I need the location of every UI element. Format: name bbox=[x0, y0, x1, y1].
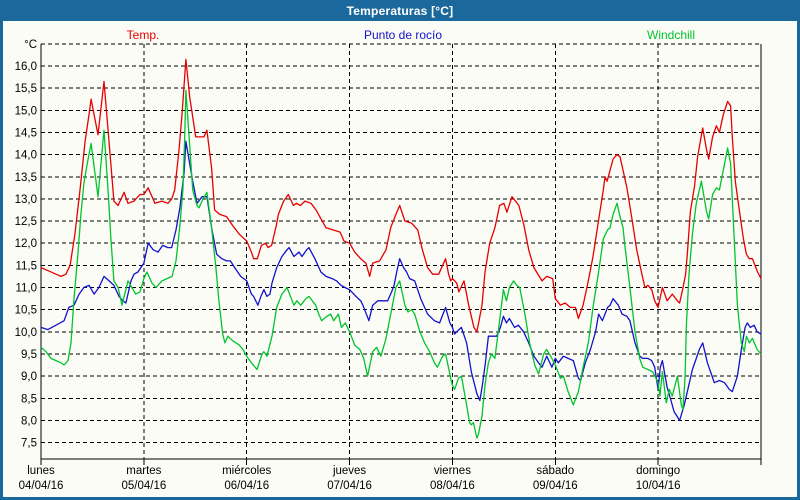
x-day-date-label: 08/04/16 bbox=[430, 480, 475, 492]
x-day-name-label: miércoles bbox=[222, 465, 271, 477]
y-tick-label: 12,0 bbox=[15, 238, 37, 250]
x-day-name-label: sábado bbox=[536, 465, 574, 477]
y-tick-label: 9,5 bbox=[21, 349, 37, 361]
x-day-name-label: jueves bbox=[332, 465, 366, 477]
x-day-date-label: 04/04/16 bbox=[19, 480, 64, 492]
x-day-date-label: 09/04/16 bbox=[533, 480, 578, 492]
x-day-date-label: 10/04/16 bbox=[636, 480, 681, 492]
y-tick-label: 8,5 bbox=[21, 393, 37, 405]
y-tick-label: 13,5 bbox=[15, 172, 37, 184]
y-tick-label: 16,0 bbox=[15, 61, 37, 73]
y-tick-label: 11,0 bbox=[15, 283, 37, 295]
x-day-name-label: lunes bbox=[27, 465, 55, 477]
y-tick-label: 11,5 bbox=[15, 260, 37, 272]
x-day-date-label: 05/04/16 bbox=[121, 480, 166, 492]
x-day-date-label: 07/04/16 bbox=[327, 480, 372, 492]
window-title: Temperaturas [°C] bbox=[347, 4, 454, 18]
y-tick-label: 8,0 bbox=[21, 415, 37, 427]
x-day-name-label: viernes bbox=[434, 465, 471, 477]
y-tick-label: 13,0 bbox=[15, 194, 37, 206]
series-dew-point-line bbox=[41, 141, 761, 420]
app-window: Temperaturas [°C] Temp. Punto de rocío W… bbox=[0, 0, 800, 500]
x-day-name-label: martes bbox=[126, 465, 161, 477]
chart-area: Temp. Punto de rocío Windchill °C16,015,… bbox=[3, 21, 797, 497]
y-tick-label: 15,0 bbox=[15, 105, 37, 117]
y-tick-label: 10,0 bbox=[15, 327, 37, 339]
y-tick-label: 7,5 bbox=[21, 438, 37, 450]
chart-canvas: °C 16,0 15,5 15,0 14,5 14,0 13,5 13,0 12,5 12,0 11… bbox=[3, 21, 797, 497]
y-tick-label: 12,5 bbox=[15, 216, 37, 228]
y-tick-label: 10,5 bbox=[15, 305, 37, 317]
x-day-name-label: domingo bbox=[636, 465, 680, 477]
x-day-date-label: 06/04/16 bbox=[224, 480, 269, 492]
y-tick-label: 14,0 bbox=[15, 150, 37, 162]
series-temp-line bbox=[41, 59, 761, 331]
y-tick-label: 15,5 bbox=[15, 83, 37, 95]
y-axis-unit-label: °C bbox=[24, 39, 37, 51]
title-bar: Temperaturas [°C] bbox=[3, 3, 797, 21]
y-tick-label: 14,5 bbox=[15, 127, 37, 139]
y-tick-label: 9,0 bbox=[21, 371, 37, 383]
series-windchill-line bbox=[41, 90, 761, 438]
